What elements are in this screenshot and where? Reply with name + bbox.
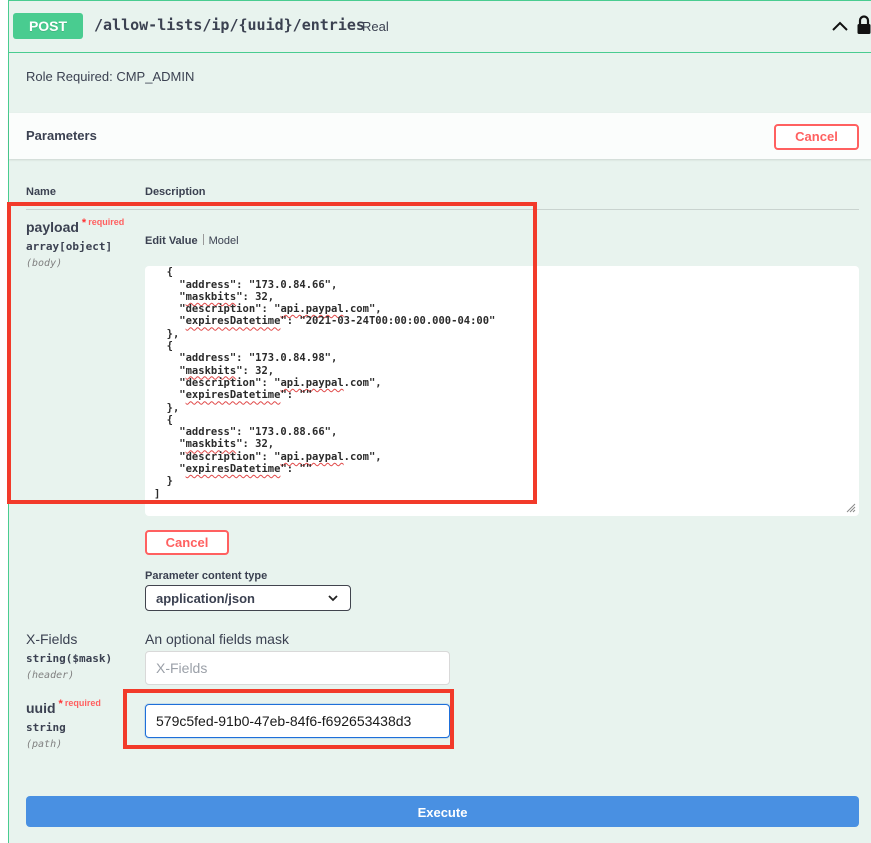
param-name-xfields: X-Fields [26, 631, 78, 647]
chevron-down-icon [328, 595, 338, 602]
tab-edit-value[interactable]: Edit Value [145, 235, 198, 247]
param-type-uuid: string [26, 721, 66, 734]
param-type-xfields: string($mask) [26, 652, 113, 665]
method-badge: POST [13, 13, 83, 39]
cancel-try-out-button[interactable]: Cancel [774, 124, 859, 150]
required-label: required [64, 698, 101, 708]
content-type-value: application/json [156, 591, 255, 606]
payload-body-text: }, { "address": "173.0.84.66", "maskbits… [154, 266, 496, 500]
tab-separator [202, 234, 204, 245]
payload-body-textarea[interactable]: }, { "address": "173.0.84.66", "maskbits… [145, 266, 859, 516]
required-label: required [88, 217, 125, 227]
payload-tabs: Edit Value Model [145, 234, 239, 247]
content-type-select[interactable]: application/json [145, 585, 351, 611]
param-name-text: payload [26, 219, 79, 235]
content-type-label: Parameter content type [145, 570, 268, 582]
operation-block: POST /allow-lists/ip/{uuid}/entries Real… [8, 0, 871, 843]
role-required-text: Role Required: CMP_ADMIN [26, 69, 195, 84]
cancel-edit-button[interactable]: Cancel [145, 530, 229, 555]
column-header-name: Name [26, 186, 56, 198]
param-name-text: uuid [26, 700, 56, 716]
tab-model[interactable]: Model [209, 235, 239, 247]
summary-divider [9, 52, 871, 53]
column-header-description: Description [145, 186, 206, 198]
table-header-divider [26, 209, 859, 210]
execute-button[interactable]: Execute [26, 796, 859, 827]
param-name-uuid: uuid * required [26, 698, 101, 716]
lock-icon[interactable] [855, 14, 871, 36]
parameters-header: Parameters Cancel [9, 113, 871, 159]
operation-summary-bar[interactable]: POST /allow-lists/ip/{uuid}/entries Real [9, 1, 871, 53]
parameters-title: Parameters [26, 128, 97, 143]
param-type-payload: array[object] [26, 240, 113, 253]
xfields-input[interactable]: X-Fields [145, 651, 450, 685]
required-star: * [81, 217, 87, 229]
param-in-uuid: (path) [26, 739, 63, 750]
uuid-input[interactable]: 579c5fed-91b0-47eb-84f6-f692653438d3 [145, 704, 450, 738]
xfields-description: An optional fields mask [145, 631, 289, 647]
param-name-payload: payload * required [26, 217, 125, 235]
operation-summary: Real [362, 19, 389, 34]
resize-handle-icon[interactable] [846, 503, 856, 513]
chevron-up-icon[interactable] [829, 15, 851, 37]
required-star: * [58, 698, 63, 710]
param-in-xfields: (header) [26, 670, 75, 681]
endpoint-path: /allow-lists/ip/{uuid}/entries [94, 16, 365, 34]
param-in-payload: (body) [26, 258, 63, 269]
